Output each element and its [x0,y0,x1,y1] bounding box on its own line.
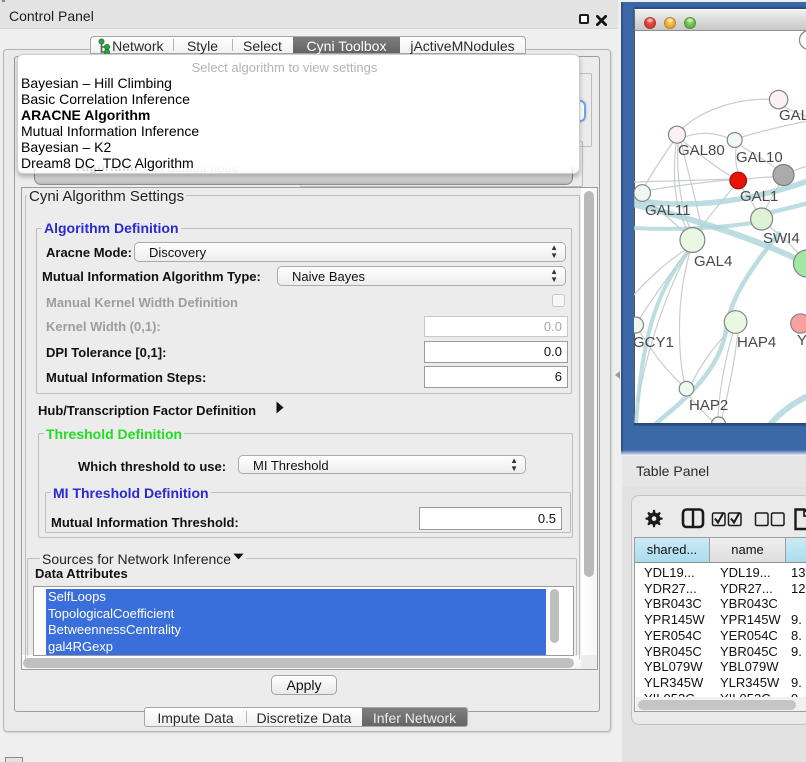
svg-text:Y: Y [797,332,806,349]
svg-text:GAL1: GAL1 [740,188,778,205]
svg-text:GAL4: GAL4 [694,253,732,270]
svg-text:GCY1: GCY1 [634,334,674,351]
svg-text:GAL10: GAL10 [736,149,783,166]
svg-text:GAL7: GAL7 [779,107,806,124]
svg-text:GAL80: GAL80 [678,142,725,159]
svg-text:SWI4: SWI4 [763,230,800,247]
svg-text:HAP2: HAP2 [689,397,728,414]
svg-text:HAP4: HAP4 [737,334,776,351]
svg-text:GAL11: GAL11 [645,202,691,219]
